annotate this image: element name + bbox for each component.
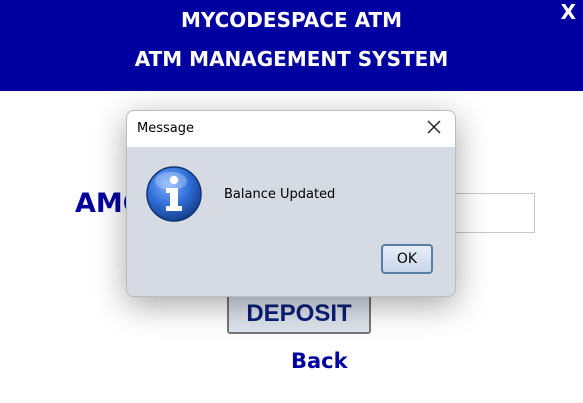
message-dialog: Message Balance Updated OK	[126, 110, 456, 297]
back-link[interactable]: Back	[291, 349, 348, 373]
app-title: MYCODESPACE ATM	[180, 8, 403, 32]
dialog-title: Message	[137, 121, 194, 136]
app-subtitle: ATM MANAGEMENT SYSTEM	[134, 47, 449, 71]
dialog-message: Balance Updated	[224, 187, 336, 202]
app-header: MYCODESPACE ATM ATM MANAGEMENT SYSTEM X	[0, 0, 583, 91]
info-icon	[146, 166, 202, 222]
deposit-button[interactable]: DEPOSIT	[227, 294, 371, 334]
ok-button[interactable]: OK	[381, 244, 433, 274]
close-icon[interactable]	[425, 118, 443, 136]
dialog-titlebar: Message	[127, 111, 455, 147]
app-close-button[interactable]: X	[561, 0, 576, 24]
